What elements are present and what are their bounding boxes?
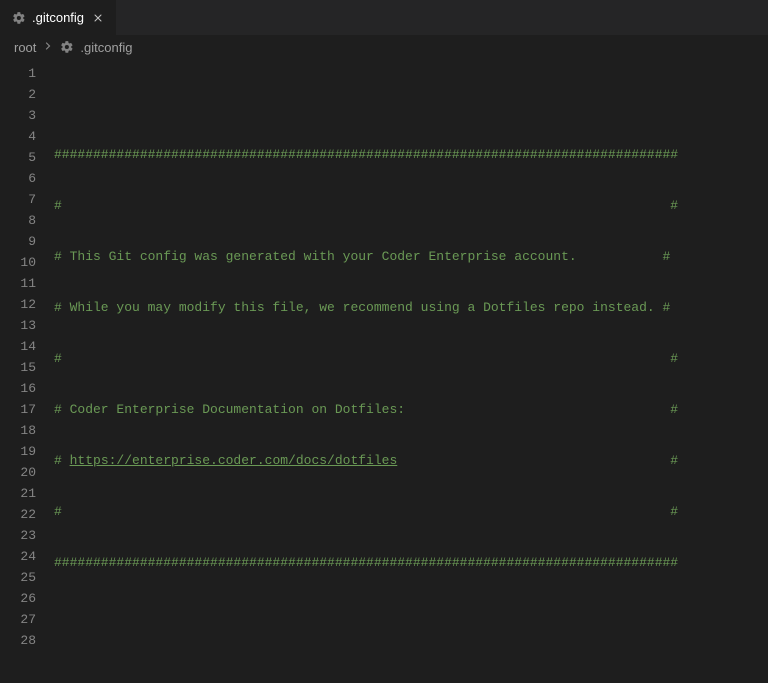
comment-empty: # # <box>54 351 678 366</box>
breadcrumb-root[interactable]: root <box>14 40 36 55</box>
comment-line: # This Git config was generated with you… <box>54 249 670 264</box>
close-icon[interactable] <box>90 10 106 26</box>
editor[interactable]: 1 2 3 4 5 6 7 8 9 10 11 12 13 14 15 16 1… <box>0 59 768 683</box>
comment-rule: ########################################… <box>54 555 678 570</box>
settings-icon <box>12 11 26 25</box>
comment-line: # While you may modify this file, we rec… <box>54 300 670 315</box>
doc-link[interactable]: https://enterprise.coder.com/docs/dotfil… <box>70 453 398 468</box>
breadcrumb[interactable]: root .gitconfig <box>0 35 768 59</box>
comment-empty: # # <box>54 198 678 213</box>
comment-empty: # # <box>54 504 678 519</box>
breadcrumb-file[interactable]: .gitconfig <box>80 40 132 55</box>
comment-line: # <box>54 453 70 468</box>
tab-bar: .gitconfig <box>0 0 768 35</box>
tab-gitconfig[interactable]: .gitconfig <box>0 0 117 35</box>
comment-rule: ########################################… <box>54 147 678 162</box>
line-number-gutter: 1 2 3 4 5 6 7 8 9 10 11 12 13 14 15 16 1… <box>0 59 54 683</box>
tab-label: .gitconfig <box>32 10 84 25</box>
comment-line: # Coder Enterprise Documentation on Dotf… <box>54 402 678 417</box>
code-area[interactable]: ########################################… <box>54 59 768 683</box>
settings-icon <box>60 40 74 54</box>
chevron-right-icon <box>42 40 54 55</box>
